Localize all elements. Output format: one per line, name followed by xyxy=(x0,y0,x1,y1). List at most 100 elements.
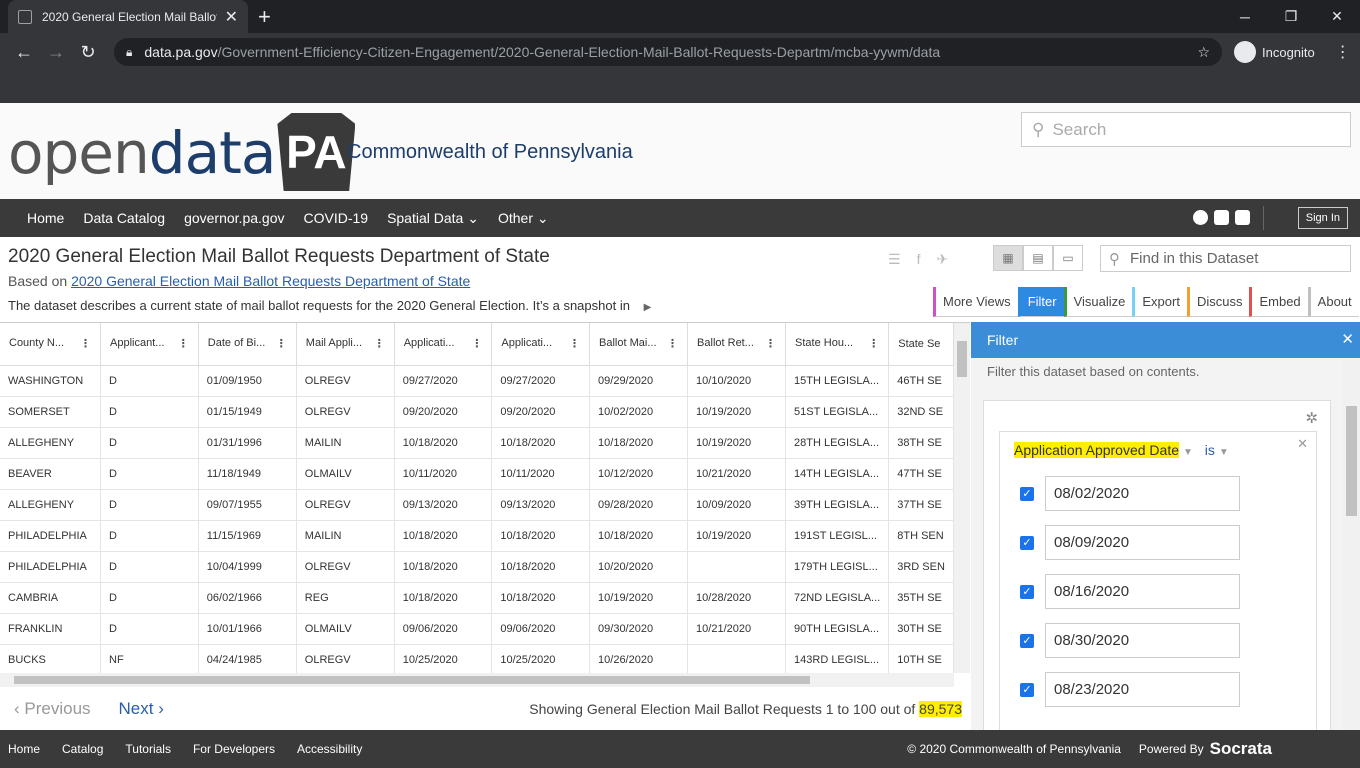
table-row[interactable]: PHILADELPHIA D 11/15/1969 MAILIN 10/18/2020 1… xyxy=(0,520,954,552)
footer-link-developers[interactable]: For Developers xyxy=(193,742,275,756)
tab-embed[interactable]: Embed xyxy=(1249,287,1308,317)
table-row[interactable]: FRANKLIN D 10/01/1966 OLMAILV 09/06/2020 09/0… xyxy=(0,613,954,645)
browser-menu-icon[interactable]: ⋮ xyxy=(1335,42,1351,62)
remove-condition-icon[interactable]: ✕ xyxy=(1297,436,1308,452)
page-view-icon[interactable]: ▭ xyxy=(1053,245,1083,271)
restore-icon[interactable]: ❐ xyxy=(1268,0,1314,33)
table-row[interactable]: BUCKS NF 04/24/1985 OLREGV 10/25/2020 10/25/2… xyxy=(0,644,954,673)
column-menu-icon[interactable]: ⋮ xyxy=(569,337,580,350)
filter-value-checkbox[interactable]: ✓ xyxy=(1020,633,1034,648)
opendatapa-logo[interactable]: opendata PA xyxy=(8,113,356,191)
column-menu-icon[interactable]: ⋮ xyxy=(765,337,776,350)
window-close-icon[interactable]: ✕ xyxy=(1314,0,1360,33)
close-tab-icon[interactable]: ✕ xyxy=(225,7,238,27)
minimize-icon[interactable]: ─ xyxy=(1222,0,1268,33)
nav-data-catalog[interactable]: Data Catalog xyxy=(83,210,165,226)
table-row[interactable]: ALLEGHENY D 09/07/1955 OLREGV 09/13/2020 09/1… xyxy=(0,489,954,521)
grid-view-icon[interactable]: ▦ xyxy=(993,245,1023,271)
column-menu-icon[interactable]: ⋮ xyxy=(471,337,482,350)
table-row[interactable]: PHILADELPHIA D 10/04/1999 OLREGV 10/18/2020 1… xyxy=(0,551,954,583)
new-tab-icon[interactable]: + xyxy=(258,4,271,30)
column-header[interactable]: Ballot Ret... ⋮ xyxy=(687,323,787,366)
column-header[interactable]: Applicant... ⋮ xyxy=(100,323,199,366)
column-menu-icon[interactable]: ⋮ xyxy=(276,337,287,350)
filter-value-checkbox[interactable]: ✓ xyxy=(1020,682,1034,697)
table-row[interactable]: WASHINGTON D 01/09/1950 OLREGV 09/27/2020 09/… xyxy=(0,365,954,397)
site-search-input[interactable]: ⚲ Search xyxy=(1021,112,1351,147)
column-menu-icon[interactable]: ⋮ xyxy=(667,337,678,350)
list-view-icon[interactable]: ▤ xyxy=(1023,245,1053,271)
footer-link-home[interactable]: Home xyxy=(8,742,40,756)
url-field[interactable]: 🔒︎ data.pa.gov /Government-Efficiency-Ci… xyxy=(114,38,1222,66)
column-header[interactable]: Applicati... ⋮ xyxy=(394,323,493,366)
tab-about[interactable]: About xyxy=(1307,287,1359,317)
filter-pane-scrollbar[interactable] xyxy=(1343,360,1360,730)
previous-button[interactable]: ‹ Previous xyxy=(14,699,91,719)
footer-link-accessibility[interactable]: Accessibility xyxy=(297,742,362,756)
facebook-share-icon[interactable]: f xyxy=(917,251,921,268)
column-menu-icon[interactable]: ⋮ xyxy=(374,337,385,350)
browser-tab[interactable]: 2020 General Election Mail Ballot ✕ xyxy=(8,0,248,33)
filter-value-checkbox[interactable]: ✓ xyxy=(1020,486,1034,501)
find-in-dataset-input[interactable]: ⚲ Find in this Dataset xyxy=(1100,245,1351,272)
grid-vertical-scrollbar[interactable] xyxy=(954,323,970,673)
filter-value-input[interactable]: 08/30/2020 xyxy=(1045,623,1240,658)
powered-by[interactable]: Powered By Socrata xyxy=(1139,739,1272,759)
filter-value-checkbox[interactable]: ✓ xyxy=(1020,535,1034,550)
column-header[interactable]: Mail Appli... ⋮ xyxy=(296,323,395,366)
nav-governor[interactable]: governor.pa.gov xyxy=(184,210,284,226)
tab-visualize[interactable]: Visualize xyxy=(1063,287,1133,317)
incognito-indicator[interactable]: Incognito xyxy=(1234,41,1315,63)
reload-icon[interactable]: ↻ xyxy=(72,42,104,63)
column-header[interactable]: Applicati... ⋮ xyxy=(491,323,591,366)
facebook-icon[interactable] xyxy=(1193,210,1208,225)
filter-value-input[interactable]: 08/02/2020 xyxy=(1045,476,1240,511)
nav-home[interactable]: Home xyxy=(27,210,64,226)
tab-more-views[interactable]: More Views xyxy=(933,287,1018,317)
scroll-thumb[interactable] xyxy=(14,676,810,684)
column-header[interactable]: State Hou... ⋮ xyxy=(785,323,890,366)
bookmark-star-icon[interactable]: ☆ xyxy=(1197,44,1210,61)
tab-filter[interactable]: Filter xyxy=(1017,287,1064,317)
table-row[interactable]: CAMBRIA D 06/02/1966 REG 10/18/2020 10/18/202… xyxy=(0,582,954,614)
nav-covid[interactable]: COVID-19 xyxy=(303,210,368,226)
table-row[interactable]: ALLEGHENY D 01/31/1996 MAILIN 10/18/2020 10/1… xyxy=(0,427,954,459)
close-icon[interactable]: ✕ xyxy=(1341,330,1354,348)
filter-operator-select[interactable]: is xyxy=(1205,442,1215,458)
gear-icon[interactable]: ✲ xyxy=(1305,409,1318,427)
table-cell: 10/19/2020 xyxy=(687,520,787,552)
column-menu-icon[interactable]: ⋮ xyxy=(178,337,189,350)
column-header[interactable]: Ballot Mai... ⋮ xyxy=(589,323,689,366)
column-header[interactable]: State Se xyxy=(888,323,954,366)
based-on-link[interactable]: 2020 General Election Mail Ballot Reques… xyxy=(71,273,470,289)
twitter-icon[interactable] xyxy=(1214,210,1229,225)
filter-value-input[interactable]: 08/09/2020 xyxy=(1045,525,1240,560)
filter-value-checkbox[interactable]: ✓ xyxy=(1020,584,1034,599)
table-row[interactable]: BEAVER D 11/18/1949 OLMAILV 10/11/2020 10/11/… xyxy=(0,458,954,490)
forward-icon[interactable]: → xyxy=(40,42,72,63)
expand-description-icon[interactable]: ▶ xyxy=(644,302,652,313)
footer-link-catalog[interactable]: Catalog xyxy=(62,742,103,756)
tab-export[interactable]: Export xyxy=(1132,287,1187,317)
rss-icon[interactable]: ☰ xyxy=(888,251,901,268)
column-menu-icon[interactable]: ⋮ xyxy=(868,337,879,350)
table-row[interactable]: SOMERSET D 01/15/1949 OLREGV 09/20/2020 09/20… xyxy=(0,396,954,428)
filter-field-select[interactable]: Application Approved Date xyxy=(1014,442,1179,458)
filter-value-input[interactable]: 08/16/2020 xyxy=(1045,574,1240,609)
column-header[interactable]: Date of Bi... ⋮ xyxy=(198,323,297,366)
nav-spatial-data[interactable]: Spatial Data ⌄ xyxy=(387,210,479,227)
youtube-icon[interactable] xyxy=(1235,210,1250,225)
column-menu-icon[interactable]: ⋮ xyxy=(80,337,91,350)
grid-horizontal-scrollbar[interactable] xyxy=(0,673,954,687)
next-button[interactable]: Next › xyxy=(119,699,164,719)
twitter-share-icon[interactable]: ✈ xyxy=(936,251,948,268)
back-icon[interactable]: ← xyxy=(8,42,40,63)
scroll-thumb[interactable] xyxy=(1346,406,1357,516)
column-header[interactable]: County N... ⋮ xyxy=(0,323,102,366)
tab-discuss[interactable]: Discuss xyxy=(1186,287,1250,317)
sign-in-button[interactable]: Sign In xyxy=(1297,207,1348,229)
nav-other[interactable]: Other ⌄ xyxy=(498,210,549,227)
footer-link-tutorials[interactable]: Tutorials xyxy=(125,742,171,756)
filter-value-input[interactable]: 08/23/2020 xyxy=(1045,672,1240,707)
scroll-thumb[interactable] xyxy=(957,341,967,377)
